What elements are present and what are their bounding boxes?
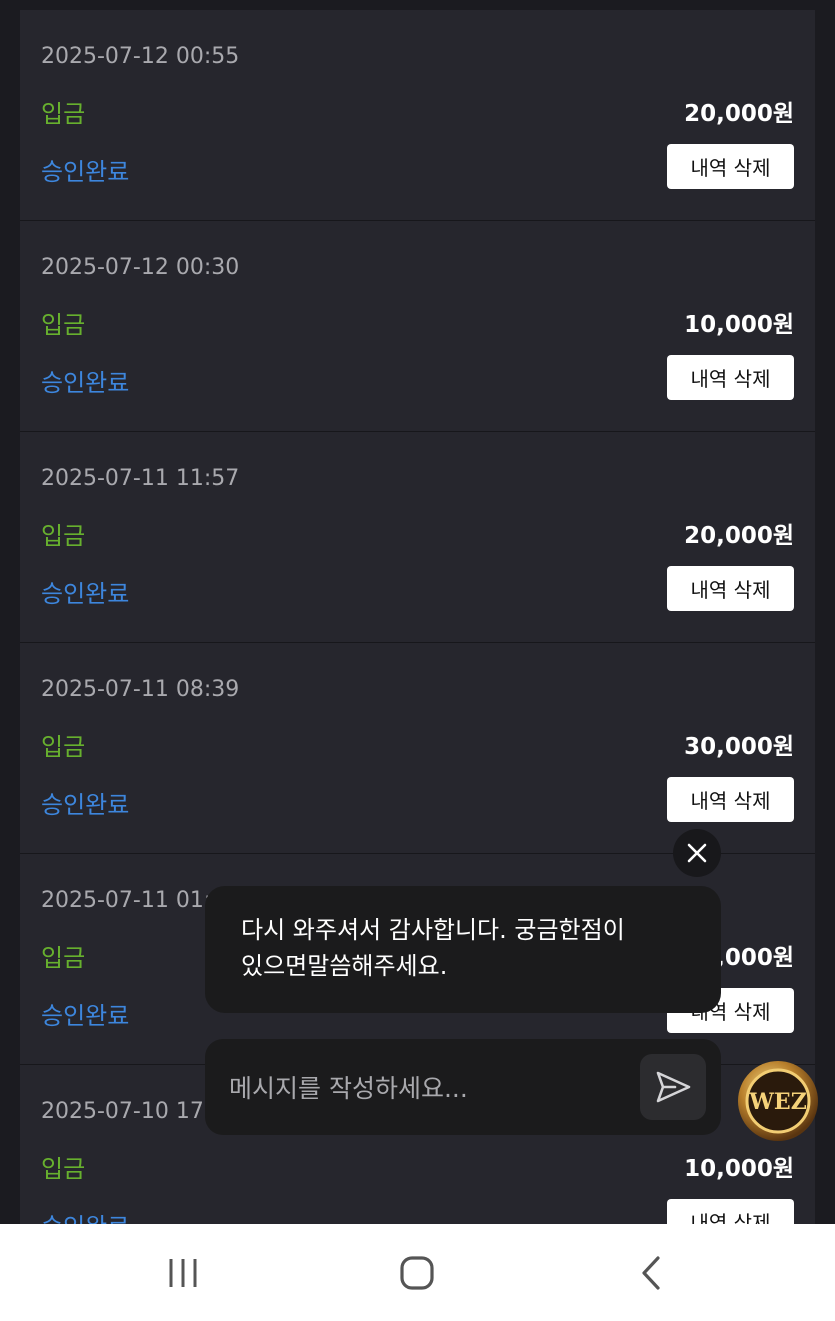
transaction-amount: 20,000원	[684, 523, 794, 549]
transaction-type: 입금	[41, 311, 86, 339]
back-icon	[642, 1256, 660, 1290]
delete-history-button[interactable]: 내역 삭제	[667, 144, 794, 189]
transaction-date: 2025-07-10 17:	[41, 1099, 212, 1124]
send-button[interactable]	[640, 1054, 706, 1120]
transaction-date: 2025-07-11 08:39	[41, 677, 240, 702]
back-button[interactable]	[626, 1248, 676, 1298]
transaction-type: 입금	[41, 733, 86, 761]
transaction-status: 승인완료	[41, 1002, 130, 1030]
recent-apps-button[interactable]	[158, 1248, 208, 1298]
transaction-type: 입금	[41, 100, 86, 128]
system-navigation-bar	[0, 1224, 835, 1321]
message-input[interactable]	[227, 1061, 631, 1115]
transaction-item: 2025-07-12 00:30 입금 10,000원 승인완료 내역 삭제	[20, 221, 815, 432]
chat-message-line: 다시 와주셔서 감사합니다. 궁금한점이	[241, 916, 625, 944]
recent-apps-icon	[169, 1259, 197, 1287]
transaction-date: 2025-07-11 11:57	[41, 466, 240, 491]
transaction-type: 입금	[41, 944, 86, 972]
transaction-amount: 10,000원	[684, 1156, 794, 1182]
transaction-item: 2025-07-11 11:57 입금 20,000원 승인완료 내역 삭제	[20, 432, 815, 643]
transaction-date: 2025-07-12 00:55	[41, 44, 240, 69]
wez-logo[interactable]: WEZ	[737, 1060, 819, 1142]
transaction-item: 2025-07-12 00:55 입금 20,000원 승인완료 내역 삭제	[20, 10, 815, 221]
chat-close-button[interactable]	[673, 829, 721, 877]
transaction-status: 승인완료	[41, 791, 130, 819]
svg-text:WEZ: WEZ	[748, 1089, 807, 1115]
chat-composer	[205, 1039, 721, 1135]
transaction-amount: 20,000원	[684, 101, 794, 127]
chat-message-line: 있으면말씀해주세요.	[241, 952, 448, 980]
transaction-status: 승인완료	[41, 580, 130, 608]
chat-message-bubble: 다시 와주셔서 감사합니다. 궁금한점이 있으면말씀해주세요.	[205, 886, 721, 1013]
transaction-date: 2025-07-12 00:30	[41, 255, 240, 280]
transaction-amount: 10,000원	[684, 312, 794, 338]
transaction-amount: 30,000원	[684, 734, 794, 760]
transaction-date: 2025-07-11 01:1	[41, 888, 226, 913]
home-icon	[400, 1256, 434, 1290]
transaction-status: 승인완료	[41, 369, 130, 397]
transaction-type: 입금	[41, 1155, 86, 1183]
transaction-item: 2025-07-11 08:39 입금 30,000원 승인완료 내역 삭제	[20, 643, 815, 854]
transaction-type: 입금	[41, 522, 86, 550]
delete-history-button[interactable]: 내역 삭제	[667, 355, 794, 400]
delete-history-button[interactable]: 내역 삭제	[667, 566, 794, 611]
delete-history-button[interactable]: 내역 삭제	[667, 777, 794, 822]
home-button[interactable]	[392, 1248, 442, 1298]
send-icon	[656, 1071, 691, 1103]
close-icon	[687, 843, 707, 863]
transaction-status: 승인완료	[41, 158, 130, 186]
